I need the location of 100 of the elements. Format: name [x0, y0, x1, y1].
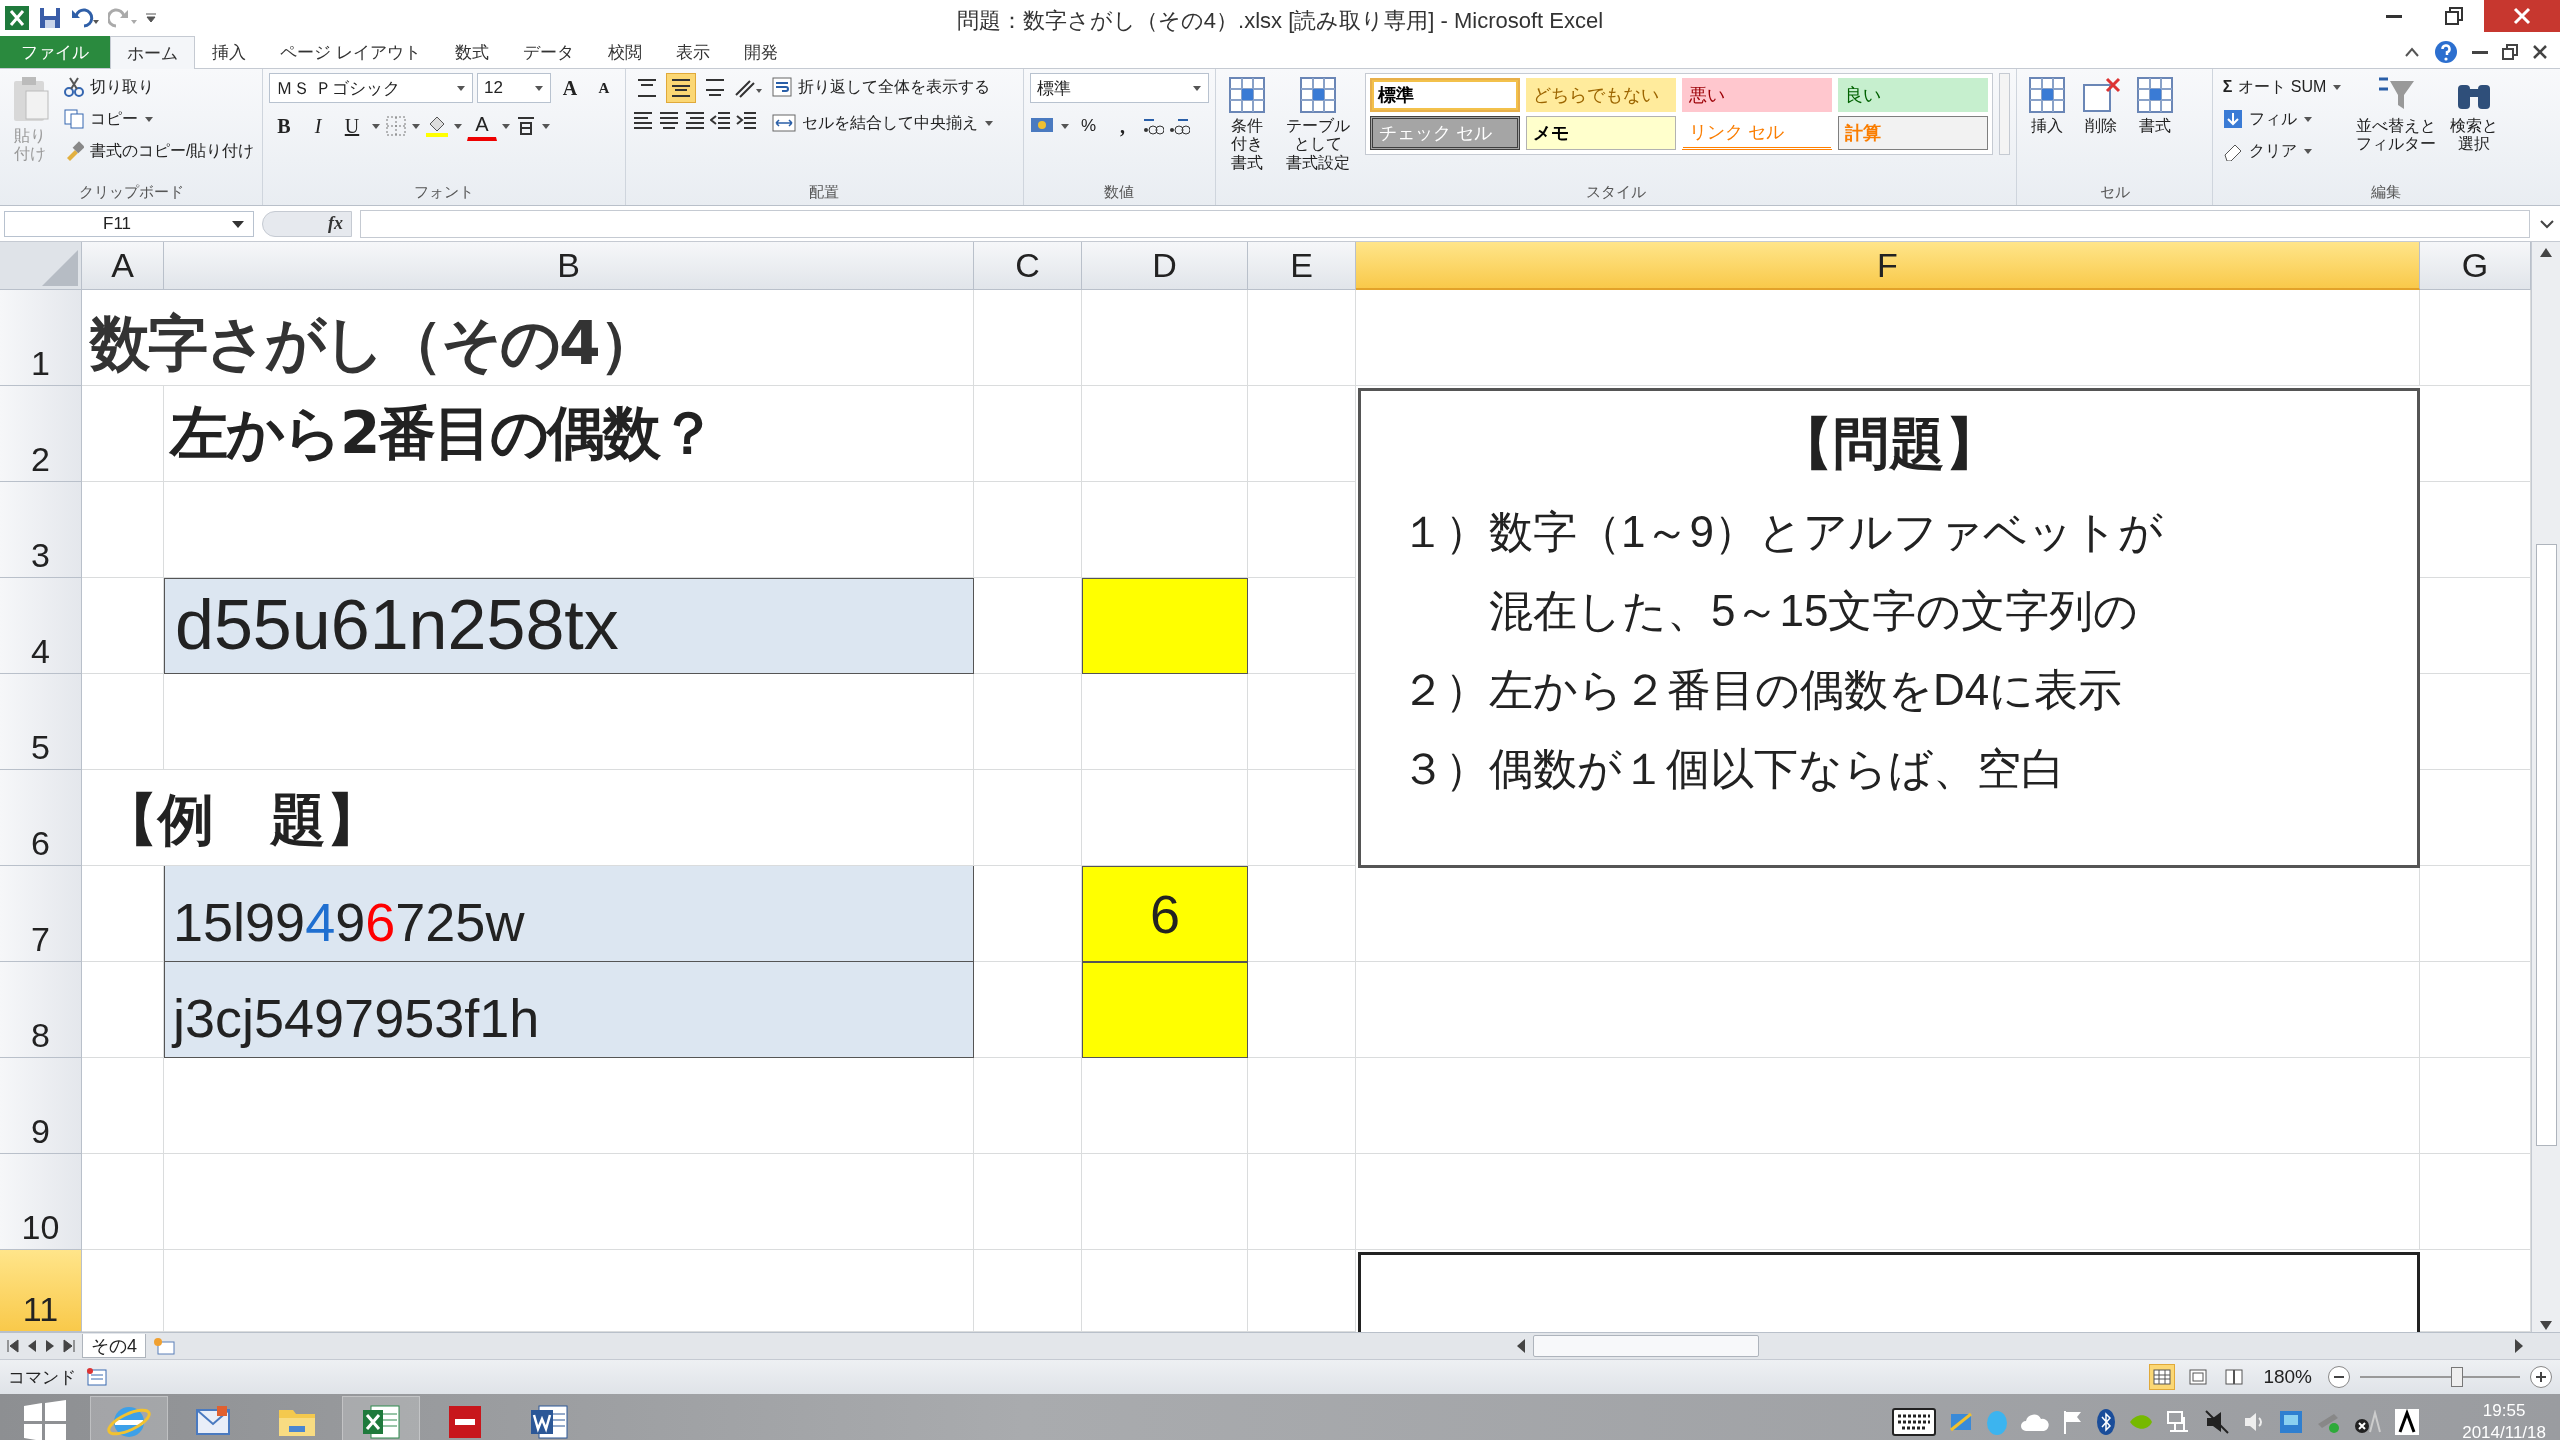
- fill-button[interactable]: フィル: [2218, 105, 2347, 133]
- autosum-button[interactable]: Σ オート SUM: [2218, 73, 2347, 101]
- sheet-cell[interactable]: [1248, 962, 1356, 1058]
- input-cell[interactable]: d55u61n258tx: [164, 578, 974, 674]
- sheet-cell[interactable]: [82, 482, 164, 578]
- zoom-slider-thumb[interactable]: [2451, 1367, 2463, 1387]
- sheet-cell[interactable]: [1082, 674, 1248, 770]
- horizontal-scrollbar-thumb[interactable]: [1533, 1335, 1759, 1357]
- sheet-cell[interactable]: [164, 674, 974, 770]
- delete-cells-button[interactable]: 削除: [2077, 73, 2126, 183]
- answer-cell[interactable]: [1082, 578, 1248, 674]
- sheet-cell[interactable]: [1248, 674, 1356, 770]
- row-header[interactable]: 5: [0, 674, 82, 770]
- row-header[interactable]: 10: [0, 1154, 82, 1250]
- sheet-cell[interactable]: [1082, 290, 1248, 386]
- find-select-button[interactable]: 検索と 選択: [2446, 73, 2503, 183]
- sheet-cell[interactable]: [1248, 1058, 1356, 1154]
- sheet-cell[interactable]: [1356, 1154, 2420, 1250]
- grow-font-button[interactable]: A: [555, 73, 585, 103]
- taskbar-app-button[interactable]: [342, 1395, 420, 1440]
- merge-center-button[interactable]: セルを結合して中央揃え: [768, 109, 999, 137]
- sheet-cell[interactable]: [1356, 290, 2420, 386]
- sheet-tab[interactable]: その4: [82, 1334, 146, 1358]
- format-painter-button[interactable]: 書式のコピー/貼り付け: [60, 137, 259, 165]
- column-header[interactable]: G: [2420, 242, 2531, 290]
- gallery-scrollbar[interactable]: [1999, 73, 2011, 155]
- insert-cells-button[interactable]: 挿入: [2023, 73, 2072, 183]
- row-header[interactable]: 8: [0, 962, 82, 1058]
- italic-button[interactable]: I: [303, 111, 333, 141]
- sheet-cell[interactable]: [1248, 770, 1356, 866]
- sheet-cell[interactable]: [974, 482, 1082, 578]
- input-cell[interactable]: j3cj5497953f1h: [164, 962, 974, 1058]
- row-header[interactable]: 6: [0, 770, 82, 866]
- ribbon-tab[interactable]: ファイル: [0, 36, 110, 68]
- copy-button[interactable]: コピー: [60, 105, 259, 133]
- sheet-cell[interactable]: [1082, 1154, 1248, 1250]
- sheet-cell[interactable]: [1248, 866, 1356, 962]
- sheet-cell[interactable]: [1082, 1058, 1248, 1154]
- zoom-out-button[interactable]: [2328, 1366, 2350, 1388]
- sheet-cell[interactable]: [1248, 578, 1356, 674]
- font-size-field[interactable]: 12: [477, 73, 551, 103]
- sheet-cell[interactable]: [1248, 1154, 1356, 1250]
- sheet-cell[interactable]: [974, 770, 1082, 866]
- cell-style-option[interactable]: 良い: [1838, 78, 1989, 112]
- column-header[interactable]: E: [1248, 242, 1356, 290]
- row-header[interactable]: 11: [0, 1250, 82, 1332]
- formula-field[interactable]: [360, 209, 2530, 238]
- sheet-cell[interactable]: [164, 1058, 974, 1154]
- ribbon-tab[interactable]: 数式: [437, 36, 506, 68]
- column-header[interactable]: D: [1082, 242, 1248, 290]
- name-box[interactable]: F11: [4, 210, 254, 237]
- ribbon-tab[interactable]: 校閲: [590, 36, 659, 68]
- sheet-cell[interactable]: [974, 1154, 1082, 1250]
- cell-style-option[interactable]: どちらでもない: [1526, 78, 1677, 112]
- column-header[interactable]: C: [974, 242, 1082, 290]
- normal-view-button[interactable]: [2149, 1364, 2176, 1390]
- vertical-align-button[interactable]: [666, 73, 697, 103]
- underline-button[interactable]: U: [337, 111, 367, 141]
- taskbar-app-button[interactable]: [90, 1395, 168, 1440]
- cell-style-option[interactable]: 悪い: [1682, 78, 1833, 112]
- sheet-cell[interactable]: [82, 386, 164, 482]
- font-color-button[interactable]: A: [467, 111, 497, 141]
- input-cell[interactable]: 15l99496725w: [164, 866, 974, 962]
- sheet-cell[interactable]: [974, 386, 1082, 482]
- row-header[interactable]: 3: [0, 482, 82, 578]
- ribbon-tab[interactable]: 開発: [726, 36, 795, 68]
- conditional-format-button[interactable]: 条件付き 書式: [1221, 73, 1272, 183]
- sheet-cell[interactable]: [1248, 290, 1356, 386]
- sheet-cell[interactable]: [974, 1058, 1082, 1154]
- row-header[interactable]: 4: [0, 578, 82, 674]
- sheet-cell[interactable]: [82, 1154, 164, 1250]
- insert-function-button[interactable]: fx: [328, 213, 343, 234]
- row-header[interactable]: 2: [0, 386, 82, 482]
- sheet-cell[interactable]: [1356, 962, 2420, 1058]
- vertical-scrollbar-thumb[interactable]: [2535, 544, 2557, 1146]
- cut-button[interactable]: 切り取り: [60, 73, 259, 101]
- close-button[interactable]: [2484, 0, 2560, 32]
- column-header[interactable]: F: [1356, 242, 2420, 290]
- percent-button[interactable]: %: [1073, 111, 1104, 141]
- font-name-field[interactable]: ＭＳ Ｐゴシック: [269, 73, 473, 103]
- format-as-table-button[interactable]: テーブルとして 書式設定: [1277, 73, 1360, 183]
- ribbon-tab[interactable]: データ: [505, 36, 591, 68]
- shrink-font-button[interactable]: A: [589, 73, 619, 103]
- sheet-cell[interactable]: [974, 674, 1082, 770]
- sheet-cell[interactable]: [82, 1058, 164, 1154]
- number-format-field[interactable]: 標準: [1029, 73, 1209, 103]
- ribbon-tab[interactable]: 表示: [658, 36, 727, 68]
- answer-cell[interactable]: 6: [1082, 866, 1248, 962]
- format-cells-button[interactable]: 書式: [2131, 73, 2180, 183]
- column-header[interactable]: B: [164, 242, 974, 290]
- bold-button[interactable]: B: [269, 111, 299, 141]
- zoom-in-button[interactable]: [2530, 1366, 2552, 1388]
- sheet-cell[interactable]: [1248, 482, 1356, 578]
- row-header[interactable]: 9: [0, 1058, 82, 1154]
- answer-cell[interactable]: [1082, 962, 1248, 1058]
- comma-button[interactable]: ,: [1107, 111, 1138, 141]
- sheet-cell[interactable]: [974, 290, 1082, 386]
- clear-button[interactable]: クリア: [2218, 137, 2347, 165]
- sheet-cell[interactable]: [1082, 386, 1248, 482]
- ribbon-tab[interactable]: ページ レイアウト: [263, 36, 438, 68]
